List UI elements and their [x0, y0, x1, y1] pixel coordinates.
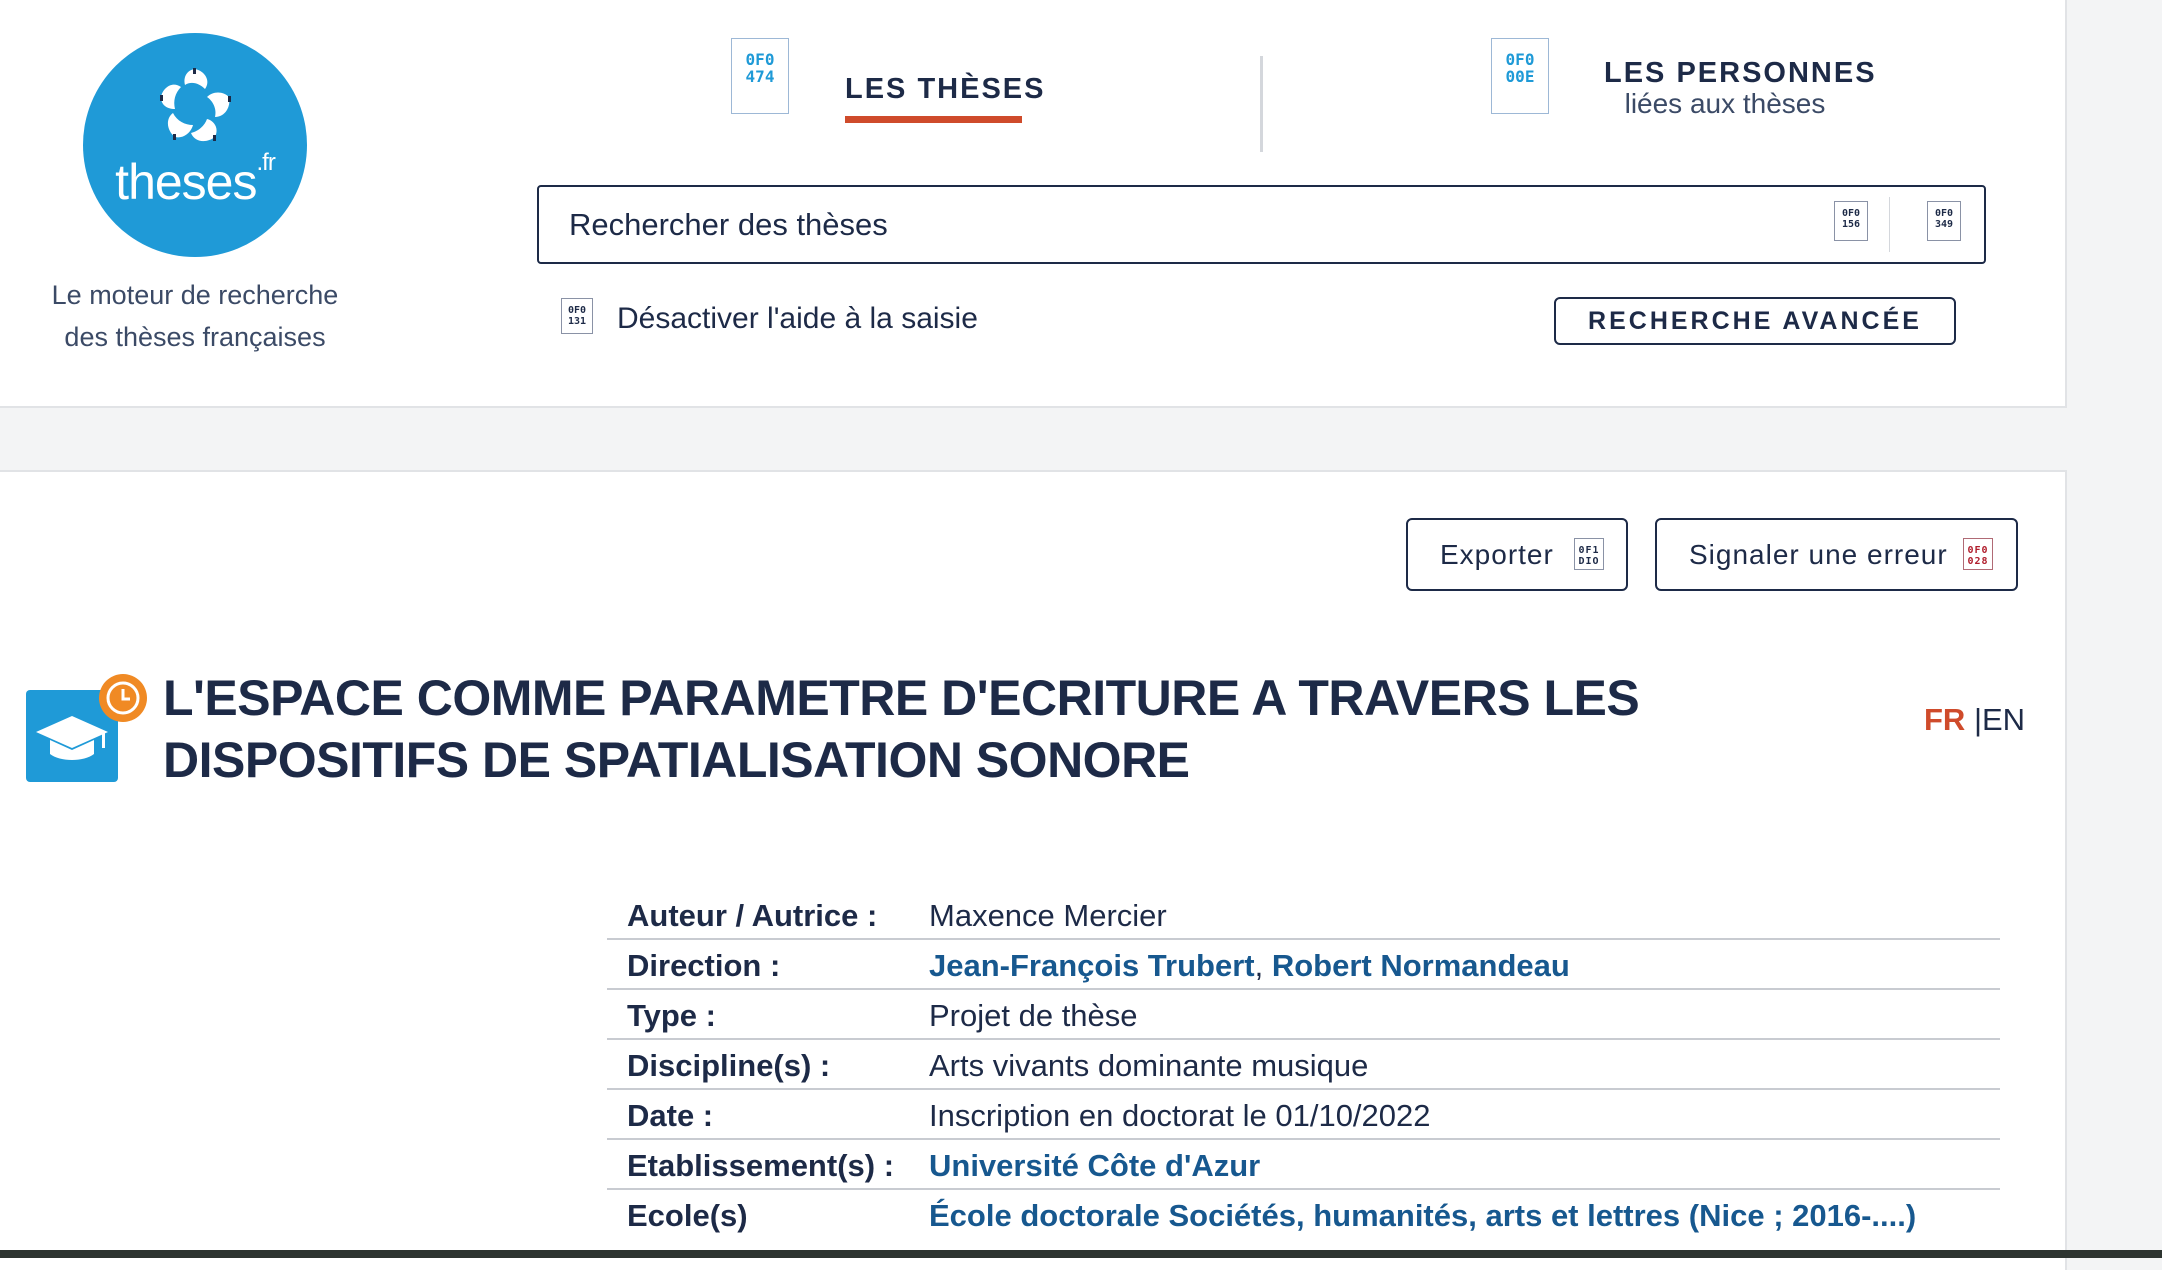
school-value: École doctorale Sociétés, humanités, art…: [929, 1198, 1916, 1234]
date-label: Date :: [627, 1098, 714, 1133]
site-logo[interactable]: theses.fr: [83, 33, 307, 257]
table-row: Date : Inscription en doctorat le 01/10/…: [607, 1090, 2000, 1140]
tab-personnes-sublabel: liées aux thèses: [1624, 88, 1826, 119]
active-tab-indicator: [845, 116, 1022, 123]
table-row: Ecole(s) École doctorale Sociétés, human…: [607, 1190, 2000, 1240]
discipline-label: Discipline(s) :: [627, 1048, 831, 1083]
search-input[interactable]: [569, 187, 1769, 262]
people-tab-icon: 0F0 00E: [1491, 38, 1549, 114]
advanced-search-button[interactable]: RECHERCHE AVANCÉE: [1554, 297, 1956, 345]
director-link[interactable]: Jean-François Trubert: [929, 948, 1255, 983]
bottom-strip: [0, 1250, 2162, 1258]
export-button[interactable]: Exporter 0F1 DIO: [1406, 518, 1628, 591]
site-header: theses.fr Le moteur de recherche des thè…: [0, 0, 2067, 408]
table-row: Auteur / Autrice : Maxence Mercier: [607, 890, 2000, 940]
director-link[interactable]: Robert Normandeau: [1272, 948, 1570, 983]
warning-icon: 0F0 028: [1963, 538, 1993, 570]
export-button-label: Exporter: [1440, 538, 1554, 570]
site-tagline: Le moteur de recherche des thèses frança…: [51, 280, 339, 352]
logo-star-icon: [160, 68, 231, 142]
report-error-label: Signaler une erreur: [1689, 538, 1948, 570]
lang-fr[interactable]: FR: [1924, 702, 1965, 737]
clear-search-icon[interactable]: 0F0 156: [1834, 201, 1868, 241]
report-error-button[interactable]: Signaler une erreur 0F0 028: [1655, 518, 2018, 591]
table-row: Direction : Jean-François Trubert, Rober…: [607, 940, 2000, 990]
thesis-title: L'ESPACE COMME PARAMETRE D'ECRITURE A TR…: [163, 670, 1640, 788]
search-separator: [1889, 197, 1890, 252]
institution-link[interactable]: Université Côte d'Azur: [929, 1148, 1260, 1183]
author-label: Auteur / Autrice :: [627, 898, 878, 933]
author-value: Maxence Mercier: [929, 898, 1167, 933]
direction-value: Jean-François Trubert, Robert Normandeau: [929, 948, 1570, 984]
table-row: Etablissement(s) : Université Côte d'Azu…: [607, 1140, 2000, 1190]
thesis-detail-panel: Exporter 0F1 DIO Signaler une erreur 0F0…: [0, 470, 2067, 1270]
type-value: Projet de thèse: [929, 998, 1138, 1033]
assist-toggle-icon[interactable]: 0F0 131: [561, 298, 593, 334]
school-link[interactable]: École doctorale Sociétés, humanités, art…: [929, 1198, 1916, 1233]
discipline-value: Arts vivants dominante musique: [929, 1048, 1369, 1083]
search-submit-icon[interactable]: 0F0 349: [1927, 201, 1961, 241]
table-row: Type : Projet de thèse: [607, 990, 2000, 1040]
lang-separator: |: [1965, 702, 1982, 737]
search-bar: 0F0 156 0F0 349: [537, 185, 1986, 264]
tab-theses[interactable]: LES THÈSES: [845, 73, 1046, 106]
director-separator: ,: [1254, 948, 1272, 983]
school-label: Ecole(s): [627, 1198, 748, 1233]
date-value: Inscription en doctorat le 01/10/2022: [929, 1098, 1431, 1133]
thesis-tab-icon: 0F0 474: [731, 38, 789, 114]
institution-label: Etablissement(s) :: [627, 1148, 895, 1183]
institution-value: Université Côte d'Azur: [929, 1148, 1260, 1184]
assist-toggle-label[interactable]: Désactiver l'aide à la saisie: [617, 302, 978, 336]
table-row: Discipline(s) : Arts vivants dominante m…: [607, 1040, 2000, 1090]
lang-en[interactable]: EN: [1982, 702, 2025, 737]
thesis-metadata-table: Auteur / Autrice : Maxence Mercier Direc…: [607, 890, 2000, 1240]
tab-divider: [1260, 56, 1263, 152]
logo-wordmark: theses.fr: [115, 149, 276, 210]
tab-personnes[interactable]: LES PERSONNES: [1604, 57, 1877, 90]
language-switcher: FR |EN: [1924, 702, 2025, 738]
type-label: Type :: [627, 998, 716, 1033]
clock-icon: [98, 673, 148, 723]
direction-label: Direction :: [627, 948, 781, 983]
export-icon: 0F1 DIO: [1574, 538, 1604, 570]
